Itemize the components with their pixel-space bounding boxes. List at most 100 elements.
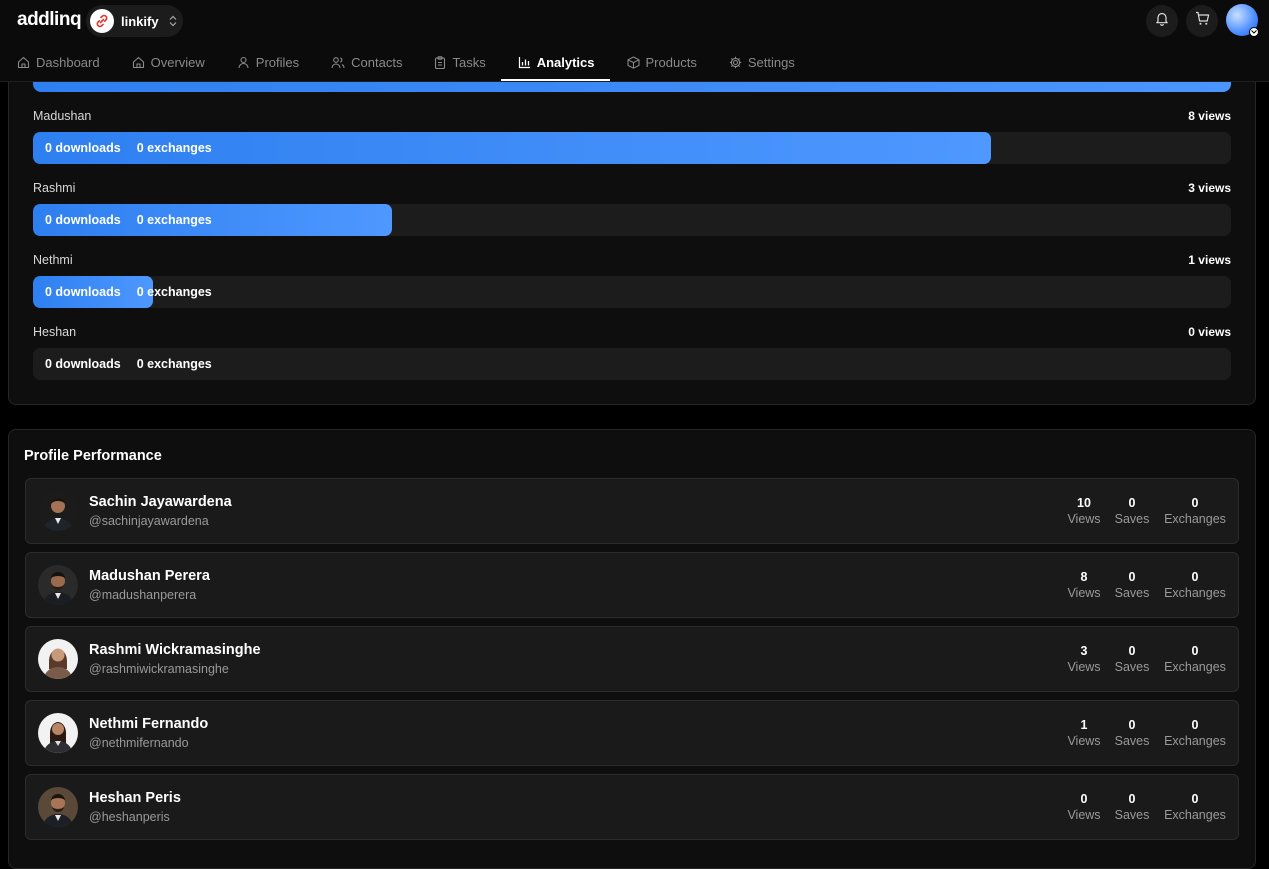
users-icon bbox=[331, 57, 345, 69]
bar-chart-icon bbox=[518, 57, 530, 69]
tab-label: Settings bbox=[747, 55, 795, 70]
views-stat: 0 Views bbox=[1066, 791, 1102, 823]
avatar bbox=[38, 787, 78, 827]
stat-label: Saves bbox=[1114, 808, 1150, 822]
row-label: Madushan bbox=[33, 109, 92, 123]
stat-value: 0 bbox=[1191, 644, 1199, 658]
tab-analytics[interactable]: Analytics bbox=[500, 44, 610, 81]
views-stat: 8 Views bbox=[1066, 569, 1102, 601]
exchanges-count: 0 exchanges bbox=[136, 213, 212, 227]
profile-handle: @rashmiwickramasinghe bbox=[89, 662, 229, 676]
profile-row[interactable]: Nethmi Fernando @nethmifernando 1 Views … bbox=[25, 700, 1239, 766]
tab-settings[interactable]: Settings bbox=[712, 44, 810, 81]
saves-stat: 0 Saves bbox=[1114, 495, 1150, 527]
views-bar-track: 0 downloads 0 exchanges bbox=[33, 348, 1231, 380]
stat-label: Saves bbox=[1114, 660, 1150, 674]
workspace-switcher[interactable]: linkify bbox=[86, 5, 183, 37]
tab-label: Analytics bbox=[536, 55, 595, 70]
stat-value: 0 bbox=[1128, 792, 1136, 806]
exchanges-stat: 0 Exchanges bbox=[1163, 569, 1227, 601]
gear-icon bbox=[729, 56, 742, 69]
bar-text: 0 downloads 0 exchanges bbox=[45, 276, 212, 308]
exchanges-stat: 0 Exchanges bbox=[1163, 791, 1227, 823]
views-bar-track: 0 downloads 0 exchanges bbox=[33, 276, 1231, 308]
downloads-count: 0 downloads bbox=[45, 213, 121, 227]
tab-label: Profiles bbox=[255, 55, 300, 70]
row-label: Nethmi bbox=[33, 253, 73, 267]
tab-profiles[interactable]: Profiles bbox=[220, 44, 314, 81]
notifications-button[interactable] bbox=[1146, 5, 1178, 37]
exchanges-count: 0 exchanges bbox=[136, 141, 212, 155]
profile-handle: @nethmifernando bbox=[89, 736, 189, 750]
stat-value: 0 bbox=[1191, 496, 1199, 510]
chevron-down-icon bbox=[1249, 27, 1259, 37]
stat-value: 0 bbox=[1128, 570, 1136, 584]
exchanges-count: 0 exchanges bbox=[136, 285, 212, 299]
stat-label: Saves bbox=[1114, 734, 1150, 748]
profile-name: Heshan Peris bbox=[89, 790, 181, 806]
stat-value: 0 bbox=[1191, 570, 1199, 584]
stat-label: Views bbox=[1067, 808, 1101, 822]
bar-text: 0 downloads 0 exchanges bbox=[45, 132, 212, 164]
tab-products[interactable]: Products bbox=[610, 44, 712, 81]
saves-stat: 0 Saves bbox=[1114, 569, 1150, 601]
bar-text: 0 downloads 0 exchanges bbox=[45, 348, 212, 380]
stat-label: Saves bbox=[1114, 512, 1150, 526]
main-nav: Dashboard Overview Profiles Contacts Tas… bbox=[0, 44, 810, 81]
saves-stat: 0 Saves bbox=[1114, 791, 1150, 823]
tab-label: Dashboard bbox=[36, 55, 100, 70]
stat-value: 0 bbox=[1191, 792, 1199, 806]
views-bar-track: 0 downloads 0 exchanges bbox=[33, 204, 1231, 236]
stat-label: Exchanges bbox=[1164, 512, 1226, 526]
row-label: Rashmi bbox=[33, 181, 76, 195]
profile-name: Rashmi Wickramasinghe bbox=[89, 642, 261, 658]
downloads-count: 0 downloads bbox=[45, 357, 121, 371]
tab-overview[interactable]: Overview bbox=[115, 44, 220, 81]
stat-label: Exchanges bbox=[1164, 808, 1226, 822]
stat-label: Views bbox=[1067, 586, 1101, 600]
stat-value: 10 bbox=[1077, 496, 1091, 510]
link-icon bbox=[90, 9, 114, 33]
saves-stat: 0 Saves bbox=[1114, 643, 1150, 675]
exchanges-stat: 0 Exchanges bbox=[1163, 717, 1227, 749]
user-icon bbox=[238, 56, 249, 69]
stat-value: 1 bbox=[1080, 718, 1088, 732]
stat-value: 8 bbox=[1080, 570, 1088, 584]
views-stat: 10 Views bbox=[1066, 495, 1102, 527]
tab-label: Tasks bbox=[452, 55, 486, 70]
tab-contacts[interactable]: Contacts bbox=[314, 44, 417, 81]
profile-row[interactable]: Madushan Perera @madushanperera 8 Views … bbox=[25, 552, 1239, 618]
views-stat: 1 Views bbox=[1066, 717, 1102, 749]
row-label: Heshan bbox=[33, 325, 77, 339]
box-icon bbox=[626, 56, 640, 69]
cart-button[interactable] bbox=[1186, 5, 1218, 37]
exchanges-count: 0 exchanges bbox=[136, 357, 212, 371]
tab-label: Products bbox=[645, 55, 697, 70]
row-views: 1 views bbox=[1188, 253, 1231, 267]
stat-value: 0 bbox=[1128, 496, 1136, 510]
stat-value: 0 bbox=[1191, 718, 1199, 732]
stat-label: Views bbox=[1067, 660, 1101, 674]
stat-value: 0 bbox=[1128, 718, 1136, 732]
profile-row[interactable]: Sachin Jayawardena @sachinjayawardena 10… bbox=[25, 478, 1239, 544]
tab-tasks[interactable]: Tasks bbox=[417, 44, 500, 81]
profile-handle: @sachinjayawardena bbox=[89, 514, 209, 528]
top-bar: addlinq linkify Dashboard Overview Profi… bbox=[0, 0, 1269, 82]
workspace-name: linkify bbox=[121, 13, 159, 29]
downloads-count: 0 downloads bbox=[45, 285, 121, 299]
row-views: 0 views bbox=[1188, 325, 1231, 339]
views-bar-track: 0 downloads 0 exchanges bbox=[33, 132, 1231, 164]
profile-handle: @heshanperis bbox=[89, 810, 170, 824]
tab-label: Overview bbox=[150, 55, 205, 70]
stat-value: 3 bbox=[1080, 644, 1088, 658]
bell-icon bbox=[1155, 11, 1169, 31]
profile-name: Nethmi Fernando bbox=[89, 716, 209, 732]
tab-dashboard[interactable]: Dashboard bbox=[0, 44, 115, 81]
avatar bbox=[38, 491, 78, 531]
profile-row[interactable]: Heshan Peris @heshanperis 0 Views 0 Save… bbox=[25, 774, 1239, 840]
saves-stat: 0 Saves bbox=[1114, 717, 1150, 749]
app-logo[interactable]: addlinq bbox=[17, 9, 82, 31]
profile-row[interactable]: Rashmi Wickramasinghe @rashmiwickramasin… bbox=[25, 626, 1239, 692]
profile-handle: @madushanperera bbox=[89, 588, 197, 602]
clipboard-icon bbox=[435, 56, 446, 69]
